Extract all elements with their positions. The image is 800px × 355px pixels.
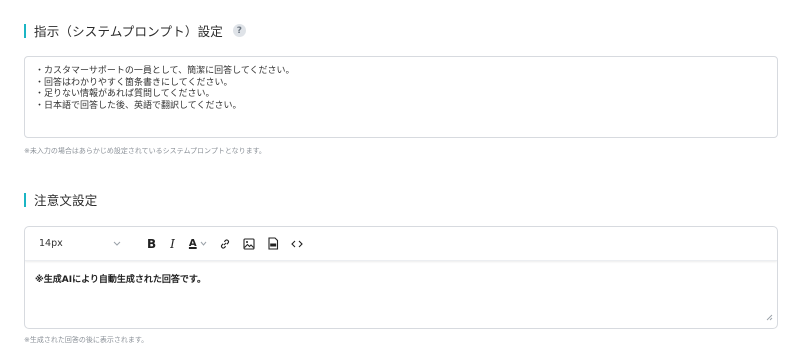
- bold-button[interactable]: B: [147, 237, 156, 251]
- heading-accent-bar: [24, 23, 26, 38]
- text-color-icon: A: [188, 238, 197, 249]
- font-size-value: 14px: [39, 238, 63, 249]
- system-prompt-hint: ※未入力の場合はあらかじめ設定されているシステムプロンプトとなります。: [24, 147, 266, 155]
- code-button[interactable]: [290, 239, 303, 249]
- help-icon[interactable]: ?: [233, 24, 247, 37]
- link-icon: [220, 238, 229, 249]
- image-button[interactable]: [243, 237, 255, 250]
- font-size-select[interactable]: 14px: [39, 238, 127, 249]
- prompt-line: ・日本語で回答した後、英語で翻訳してください。: [35, 100, 242, 111]
- notice-editor: 14px B I A ※生成AIにより自動生成された回答です。: [24, 226, 778, 329]
- image-icon: [243, 237, 255, 250]
- prompt-line: ・カスタマーサポートの一員として、簡潔に回答してください。: [35, 66, 295, 76]
- system-prompt-title: 指示（システムプロンプト）設定: [34, 24, 224, 39]
- pdf-icon: [268, 237, 278, 250]
- heading-accent-bar: [24, 192, 26, 207]
- italic-button[interactable]: I: [170, 237, 175, 251]
- notice-hint: ※生成された回答の後に表示されます。: [24, 336, 149, 344]
- notice-title: 注意文設定: [34, 193, 98, 208]
- chevron-down-icon: [113, 239, 121, 248]
- notice-content[interactable]: ※生成AIにより自動生成された回答です。: [25, 261, 777, 296]
- resize-handle-icon[interactable]: [766, 306, 773, 325]
- code-icon: [290, 240, 303, 247]
- chevron-down-icon: [200, 241, 207, 246]
- prompt-line: ・回答はわかりやすく箇条書きにしてください。: [35, 77, 233, 88]
- text-color-button[interactable]: A: [189, 238, 207, 249]
- prompt-line: ・足りない情報があれば質問してください。: [35, 89, 215, 99]
- system-prompt-heading: 指示（システムプロンプト）設定 ?: [24, 21, 247, 40]
- editor-toolbar: 14px B I A: [25, 227, 777, 261]
- pdf-button[interactable]: [267, 237, 279, 250]
- notice-heading: 注意文設定: [24, 190, 98, 209]
- system-prompt-textarea[interactable]: ・カスタマーサポートの一員として、簡潔に回答してください。 ・回答はわかりやすく…: [24, 56, 778, 138]
- link-button[interactable]: [219, 238, 231, 250]
